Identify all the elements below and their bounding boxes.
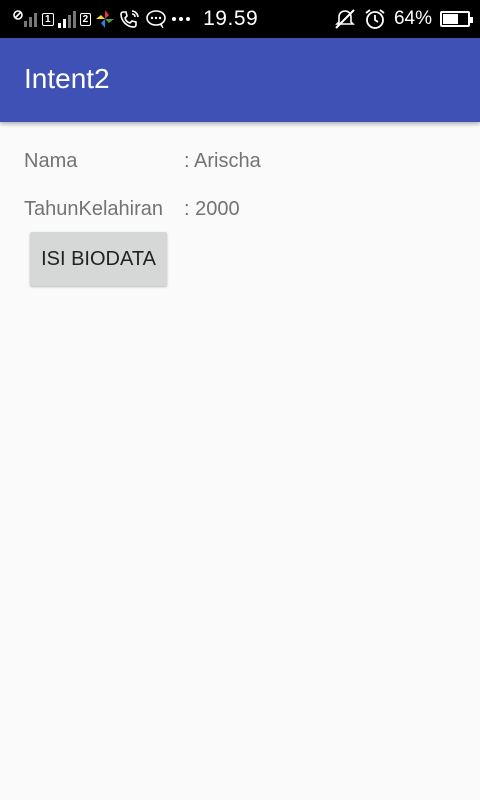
status-bar: 1 2 19.59 64% [0, 0, 480, 38]
no-sim-signal-icon [12, 9, 38, 29]
sim2-badge: 2 [79, 12, 92, 26]
pinwheel-app-icon [95, 9, 115, 29]
battery-icon [440, 11, 473, 27]
alarm-icon [364, 8, 386, 30]
sim1-signal-icon [57, 10, 76, 28]
sim1-badge: 1 [42, 12, 54, 26]
isi-biodata-button[interactable]: ISI BIODATA [30, 232, 167, 286]
mute-icon [334, 8, 356, 30]
tahun-label: TahunKelahiran [24, 198, 163, 220]
status-time: 19.59 [203, 7, 259, 30]
app-bar: Intent2 [0, 38, 480, 122]
more-dots-icon [171, 9, 191, 29]
app-title: Intent2 [24, 63, 110, 94]
status-bar-left: 1 2 19.59 [12, 0, 258, 38]
wifi-call-icon [119, 9, 141, 29]
nama-value: : Arischa [184, 150, 261, 172]
tahun-value: : 2000 [184, 198, 240, 220]
chat-bubble-icon [145, 9, 167, 29]
nama-label: Nama [24, 150, 78, 172]
status-bar-right: 64% [334, 0, 473, 38]
battery-fill [443, 14, 459, 24]
battery-percent: 64% [393, 8, 432, 29]
